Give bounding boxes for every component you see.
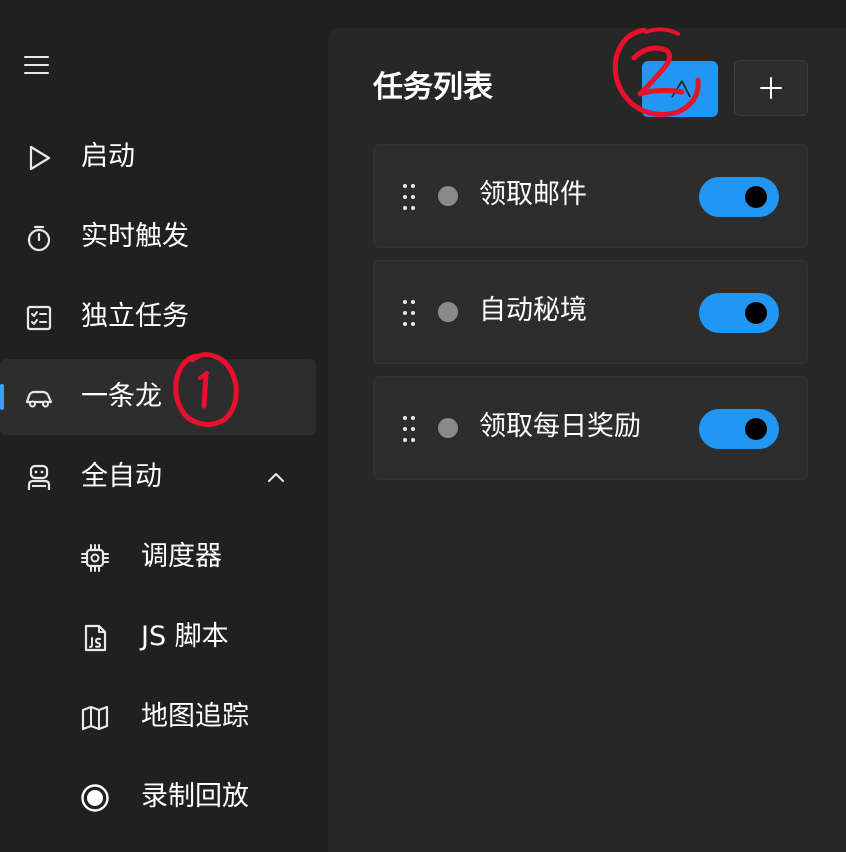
robot-icon — [27, 464, 51, 490]
sidebar-item-js-script[interactable]: JS 脚本 — [0, 599, 316, 675]
primary-action-button[interactable] — [642, 61, 718, 117]
checklist-icon — [26, 305, 52, 331]
sidebar-item-label: 一条龙 — [81, 381, 162, 412]
active-indicator — [0, 384, 4, 410]
toggle-knob — [745, 418, 767, 440]
sidebar-item-scheduler[interactable]: 调度器 — [0, 519, 316, 595]
status-dot — [438, 186, 458, 206]
task-enable-toggle[interactable] — [699, 177, 779, 217]
task-card[interactable]: 领取邮件 — [373, 144, 808, 248]
sidebar-item-label: 启动 — [81, 141, 135, 172]
app-window: 启动 实时触发 独立任务 一条龙 全自动 调度器 JS 脚本 地图追踪 录制回放… — [0, 0, 846, 852]
sidebar-item-realtime-trigger[interactable]: 实时触发 — [0, 199, 316, 275]
sidebar-item-independent-tasks[interactable]: 独立任务 — [0, 279, 316, 355]
car-icon — [25, 390, 53, 408]
plus-icon — [760, 77, 782, 99]
sidebar-item-start[interactable]: 启动 — [0, 119, 316, 195]
send-icon — [671, 80, 691, 98]
task-name: 领取邮件 — [479, 179, 587, 210]
task-card[interactable]: 领取每日奖励 — [373, 376, 808, 480]
toggle-knob — [745, 186, 767, 208]
sidebar-item-label: 地图追踪 — [141, 701, 249, 732]
chip-icon — [81, 544, 109, 572]
sidebar-item-label: JS 脚本 — [141, 621, 229, 652]
add-task-button[interactable] — [734, 60, 808, 116]
task-card[interactable]: 自动秘境 — [373, 260, 808, 364]
sidebar: 启动 实时触发 独立任务 一条龙 全自动 调度器 JS 脚本 地图追踪 录制回放 — [0, 0, 328, 852]
task-name: 领取每日奖励 — [479, 411, 641, 442]
play-icon — [29, 145, 51, 171]
status-dot — [438, 302, 458, 322]
sidebar-item-record-playback[interactable]: 录制回放 — [0, 759, 316, 835]
sidebar-item-label: 全自动 — [81, 461, 162, 492]
chevron-up-icon[interactable] — [264, 467, 288, 487]
hamburger-menu-icon[interactable] — [24, 56, 50, 76]
main-panel: 任务列表 领取邮件 自动秘境 领取每日奖励 — [328, 28, 846, 852]
status-dot — [438, 418, 458, 438]
toggle-knob — [745, 302, 767, 324]
js-file-icon — [84, 624, 107, 652]
drag-handle-icon[interactable] — [402, 299, 416, 327]
task-name: 自动秘境 — [479, 295, 587, 326]
sidebar-item-label: 调度器 — [141, 541, 222, 572]
record-icon — [81, 784, 109, 812]
sidebar-item-label: 实时触发 — [81, 221, 189, 252]
sidebar-item-label: 独立任务 — [81, 301, 189, 332]
sidebar-item-map-tracking[interactable]: 地图追踪 — [0, 679, 316, 755]
drag-handle-icon[interactable] — [402, 415, 416, 443]
map-icon — [81, 705, 109, 731]
drag-handle-icon[interactable] — [402, 183, 416, 211]
sidebar-item-full-auto[interactable]: 全自动 — [0, 439, 316, 515]
page-title: 任务列表 — [373, 70, 493, 105]
sidebar-item-label: 录制回放 — [141, 781, 249, 812]
sidebar-item-one-dragon[interactable]: 一条龙 — [0, 359, 316, 435]
task-enable-toggle[interactable] — [699, 409, 779, 449]
stopwatch-icon — [27, 225, 51, 252]
task-enable-toggle[interactable] — [699, 293, 779, 333]
